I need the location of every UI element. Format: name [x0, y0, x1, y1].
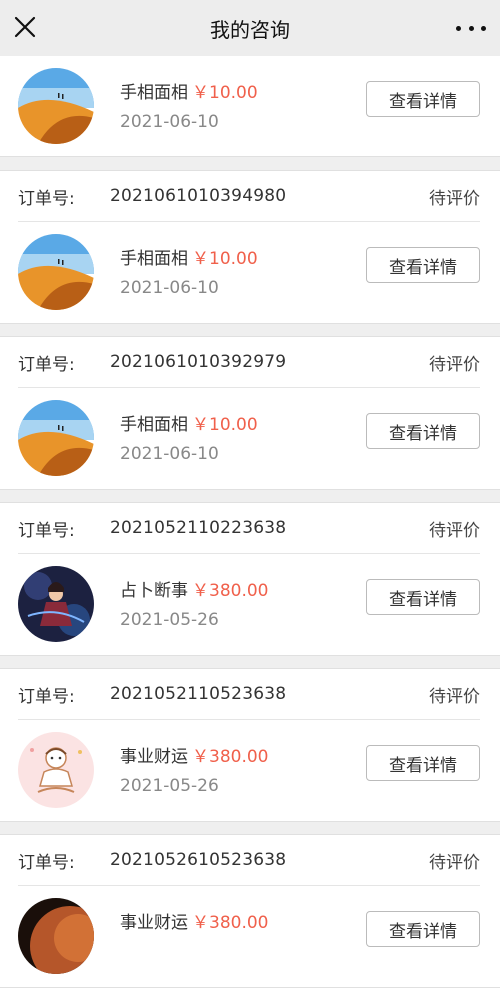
view-details-button[interactable]: 查看详情 — [366, 247, 480, 283]
view-details-button[interactable]: 查看详情 — [366, 745, 480, 781]
view-details-button[interactable]: 查看详情 — [366, 81, 480, 117]
order-header: 订单号: 2021061010394980 待评价 — [0, 171, 500, 221]
order-item: 事业财运 ￥380.00 2021-05-26 查看详情 — [0, 720, 500, 820]
price: ￥380.00 — [192, 747, 269, 767]
avatar-planet-icon — [18, 898, 94, 974]
status-badge: 待评价 — [429, 686, 480, 707]
service-name: 手相面相 — [120, 415, 188, 435]
avatar-desert-icon — [18, 234, 94, 310]
more-dots-icon[interactable] — [456, 18, 486, 38]
view-details-button[interactable]: 查看详情 — [366, 579, 480, 615]
order-no-label: 订单号: — [18, 852, 75, 873]
price: ￥10.00 — [192, 415, 258, 435]
order-item: 占卜断事 ￥380.00 2021-05-26 查看详情 — [0, 554, 500, 654]
service-name: 事业财运 — [120, 747, 188, 767]
order-no-label: 订单号: — [18, 686, 75, 707]
order-header: 订单号: 2021052110523638 待评价 — [0, 669, 500, 719]
price: ￥380.00 — [192, 581, 269, 601]
avatar-cartoon-icon — [18, 732, 94, 808]
order-no-label: 订单号: — [18, 354, 75, 375]
order-card: 订单号: 2021061010392979 待评价 手相面相 ￥10.00 202… — [0, 336, 500, 490]
order-number: 2021052610523638 — [110, 850, 287, 870]
service-name: 手相面相 — [120, 249, 188, 269]
price: ￥10.00 — [192, 249, 258, 269]
order-card: 订单号: 2021052110523638 待评价 事业财运 ￥380.00 20… — [0, 668, 500, 822]
order-number: 2021061010392979 — [110, 352, 287, 372]
status-badge: 待评价 — [429, 188, 480, 209]
service-name: 手相面相 — [120, 83, 188, 103]
status-badge: 待评价 — [429, 354, 480, 375]
order-number: 2021052110223638 — [110, 518, 287, 538]
order-date: 2021-06-10 — [120, 444, 219, 464]
order-date: 2021-05-26 — [120, 610, 219, 630]
view-details-button[interactable]: 查看详情 — [366, 911, 480, 947]
order-item: 手相面相 ￥10.00 2021-06-10 查看详情 — [0, 388, 500, 488]
price: ￥10.00 — [192, 83, 258, 103]
service-name: 占卜断事 — [120, 581, 188, 601]
price: ￥380.00 — [192, 913, 269, 933]
status-badge: 待评价 — [429, 852, 480, 873]
order-no-label: 订单号: — [18, 188, 75, 209]
order-card: 订单号: 2021061010394980 待评价 手相面相 ￥10.00 202… — [0, 170, 500, 324]
order-card: 订单号: 2021052110223638 待评价 占卜断事 ￥380.00 20… — [0, 502, 500, 656]
status-badge: 待评价 — [429, 520, 480, 541]
order-item: 手相面相 ￥10.00 2021-06-10 查看详情 — [0, 222, 500, 322]
order-date: 2021-06-10 — [120, 278, 219, 298]
order-date: 2021-06-10 — [120, 112, 219, 132]
avatar-warrior-icon — [18, 566, 94, 642]
order-header: 订单号: 2021052110223638 待评价 — [0, 503, 500, 553]
order-card: 手相面相 ￥10.00 2021-06-10 查看详情 — [0, 56, 500, 157]
service-name: 事业财运 — [120, 913, 188, 933]
order-item: 手相面相 ￥10.00 2021-06-10 查看详情 — [0, 56, 500, 156]
close-icon[interactable] — [14, 16, 36, 38]
order-number: 2021052110523638 — [110, 684, 287, 704]
view-details-button[interactable]: 查看详情 — [366, 413, 480, 449]
order-header: 订单号: 2021061010392979 待评价 — [0, 337, 500, 387]
order-date: 2021-05-26 — [120, 776, 219, 796]
page-title: 我的咨询 — [210, 17, 290, 42]
top-bar: 我的咨询 — [0, 0, 500, 56]
order-no-label: 订单号: — [18, 520, 75, 541]
avatar-desert-icon — [18, 400, 94, 476]
order-card: 订单号: 2021052610523638 待评价 事业财运 ￥380.00 查看… — [0, 834, 500, 988]
order-item: 事业财运 ￥380.00 查看详情 — [0, 886, 500, 986]
avatar-desert-icon — [18, 68, 94, 144]
order-header: 订单号: 2021052610523638 待评价 — [0, 835, 500, 885]
order-number: 2021061010394980 — [110, 186, 287, 206]
